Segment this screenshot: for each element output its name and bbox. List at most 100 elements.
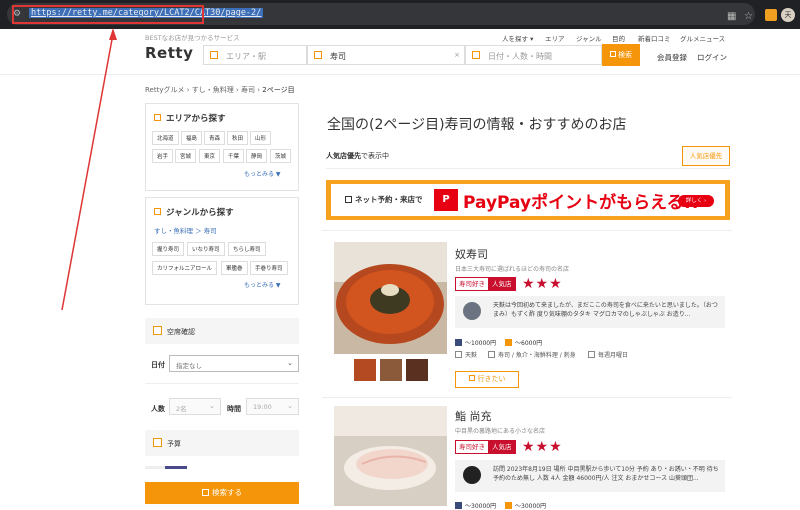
- want-to-go-label: 行きたい: [477, 375, 506, 383]
- station-value: 天麩: [465, 352, 478, 359]
- breadcrumb-item[interactable]: 寿司: [241, 86, 255, 94]
- chevron-down-icon: ⌄: [287, 359, 293, 367]
- chevron-down-icon: ⌄: [209, 402, 215, 410]
- want-to-go-button[interactable]: 行きたい: [455, 371, 519, 388]
- genre-chip-california[interactable]: カリフォルニアロール: [152, 261, 218, 275]
- date-label: 日付: [151, 361, 165, 369]
- card-divider: [322, 397, 732, 398]
- sort-popular-button[interactable]: 人気店優先: [682, 146, 730, 166]
- genre-chip-inari[interactable]: いなり寿司: [187, 242, 225, 256]
- date-select[interactable]: 指定なし ⌄: [169, 355, 299, 372]
- genre-chip-nigiri[interactable]: 握り寿司: [152, 242, 185, 256]
- paypay-banner[interactable]: ネット予約・来店で P PayPayポイントがもらえる!! 詳しく ›: [326, 180, 730, 220]
- area-chip-akita[interactable]: 秋田: [227, 131, 249, 145]
- star-rating: ★★★: [522, 276, 563, 292]
- reviewer-avatar[interactable]: [463, 466, 481, 484]
- area-more-link[interactable]: もっとみる ▼: [244, 169, 281, 178]
- area-chip-chiba[interactable]: 千葉: [223, 149, 245, 163]
- genre-chip-temaki[interactable]: 手巻り寿司: [250, 261, 288, 275]
- area-search-input[interactable]: エリア・駅: [203, 45, 307, 65]
- breadcrumb: Rettyグルメ › すし・魚料理 › 寿司 › 2ページ目: [145, 85, 295, 95]
- banner-calendar-icon: [345, 196, 352, 203]
- breadcrumb-item[interactable]: Rettyグルメ: [145, 86, 185, 94]
- reviewer-avatar[interactable]: [463, 302, 481, 320]
- vacancy-filter[interactable]: 空席確認: [145, 318, 299, 344]
- nav-area[interactable]: エリア: [545, 33, 565, 43]
- header-divider: [0, 74, 800, 75]
- date-search-input[interactable]: 日付・人数・時間: [465, 45, 602, 65]
- fork-icon: [488, 351, 495, 358]
- review-snippet[interactable]: 天麩は今回初めて来ましたが、まだここの寿司を食べに来たいと思いました。（おつまみ…: [455, 296, 725, 328]
- retty-logo[interactable]: Retty: [145, 44, 193, 62]
- dinner-price-value: ～10000円: [465, 340, 497, 347]
- restaurant-photo[interactable]: [334, 242, 447, 354]
- area-panel: エリアから探す 北海道 福島 青森 秋田 山形 岩手 宮城 東京 千葉 静岡 茨…: [145, 103, 299, 191]
- checkbox-icon: [154, 208, 161, 215]
- banner-inner: ネット予約・来店で P PayPayポイントがもらえる!! 詳しく ›: [331, 184, 725, 216]
- nav-genre[interactable]: ジャンル: [576, 33, 602, 43]
- banner-main-text: PayPayポイントがもらえる!!: [463, 193, 700, 213]
- photo-thumbnail[interactable]: [406, 359, 428, 381]
- genre-chip-chirashi[interactable]: ちらし寿司: [228, 242, 266, 256]
- star-rating: ★★★: [522, 439, 563, 455]
- sort-status-rest: で表示中: [361, 152, 389, 160]
- restaurant-photo[interactable]: [334, 406, 447, 506]
- bookmark-star-icon[interactable]: ☆: [744, 11, 753, 22]
- budget-checkbox[interactable]: [153, 438, 162, 447]
- holiday-value: 毎週月曜日: [598, 352, 629, 359]
- site-tagline: BESTなお店が見つかるサービス: [145, 34, 240, 42]
- people-select[interactable]: 2名 ⌄: [169, 398, 221, 415]
- install-app-icon[interactable]: ▦: [727, 11, 736, 22]
- genre-path[interactable]: すし・魚料理 ＞ 寿司: [154, 225, 217, 235]
- budget-slider-handle[interactable]: [165, 466, 187, 469]
- area-chip-shizuoka[interactable]: 静岡: [246, 149, 268, 163]
- nav-people[interactable]: 人を探す ▾: [502, 33, 533, 43]
- area-chip-iwate[interactable]: 岩手: [152, 149, 174, 163]
- clear-icon[interactable]: ×: [454, 51, 460, 59]
- search-button-label: 検索: [618, 51, 632, 59]
- nav-gourmet-news[interactable]: グルメニュース: [680, 33, 725, 43]
- area-placeholder: エリア・駅: [226, 52, 266, 61]
- chevron-down-icon: ⌄: [287, 402, 293, 410]
- genre-chip-gunkan[interactable]: 軍艦巻: [221, 261, 248, 275]
- budget-filter[interactable]: 予算: [145, 430, 299, 456]
- budget-row: 予算: [153, 438, 181, 449]
- restaurant-name[interactable]: 鮨 尚充: [455, 408, 492, 424]
- banner-detail-button[interactable]: 詳しく ›: [678, 195, 714, 207]
- nav-new-reviews[interactable]: 新着口コミ: [638, 33, 671, 43]
- banner-left-text: ネット予約・来店で: [345, 194, 423, 205]
- time-select[interactable]: 19:00 ⌄: [246, 398, 299, 415]
- area-chip-fukushima[interactable]: 福島: [181, 131, 203, 145]
- area-chip-miyagi[interactable]: 宮城: [175, 149, 197, 163]
- calendar-icon: [588, 351, 595, 358]
- photo-thumbnail[interactable]: [380, 359, 402, 381]
- sushi-bowl-image: [334, 242, 447, 354]
- area-chip-tokyo[interactable]: 東京: [199, 149, 221, 163]
- review-snippet[interactable]: 訪問 2023年8月19日 場所 中目黒駅から歩いて10分 予約 あり・お誘い・…: [455, 460, 725, 492]
- area-chip-aomori[interactable]: 青森: [204, 131, 226, 145]
- genre-more-link[interactable]: もっとみる ▼: [244, 280, 281, 289]
- signup-link[interactable]: 会員登録: [657, 52, 687, 63]
- people-label: 人数: [151, 405, 165, 413]
- paypay-logo-icon: P: [434, 189, 458, 211]
- breadcrumb-item[interactable]: すし・魚料理: [192, 86, 234, 94]
- area-chip-ibaraki[interactable]: 茨城: [270, 149, 292, 163]
- nav-purpose[interactable]: 目的: [612, 33, 625, 43]
- people-select-value: 2名: [176, 405, 187, 413]
- genre-value: 寿司 / 魚介・海鮮料理 / 刺身: [498, 352, 576, 359]
- area-chip-hokkaido[interactable]: 北海道: [152, 131, 179, 145]
- sidebar-search-button[interactable]: 検索する: [145, 482, 299, 504]
- search-button[interactable]: 検索: [602, 44, 640, 66]
- vacancy-checkbox[interactable]: [153, 326, 162, 335]
- login-link[interactable]: ログイン: [697, 52, 727, 63]
- sushi-nigiri-image: [334, 406, 447, 506]
- photo-thumbnail[interactable]: [354, 359, 376, 381]
- area-chip-yamagata[interactable]: 山形: [250, 131, 272, 145]
- restaurant-name[interactable]: 奴寿司: [455, 246, 488, 262]
- checkbox-icon: [314, 51, 322, 59]
- genre-info: 寿司 / 魚介・海鮮料理 / 刺身: [488, 350, 576, 359]
- keyword-search-input[interactable]: 寿司 ×: [307, 45, 465, 65]
- extension-icon[interactable]: [765, 9, 777, 21]
- budget-slider-track[interactable]: [145, 466, 187, 469]
- profile-avatar[interactable]: 天: [781, 8, 795, 22]
